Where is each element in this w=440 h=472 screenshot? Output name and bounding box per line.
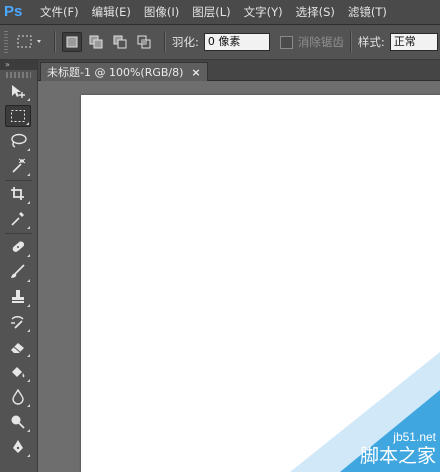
document-tab-strip: 未标题-1 @ 100%(RGB/8) × [38,60,440,81]
dodge-tool[interactable] [5,411,31,433]
history-brush-tool[interactable] [5,311,31,333]
rectangular-marquee-tool[interactable] [5,105,31,127]
toolbox-divider [5,180,32,181]
menu-edit[interactable]: 编辑(E) [92,4,131,20]
drop-icon [12,389,24,405]
eyedropper-tool[interactable] [5,208,31,230]
new-selection-button[interactable] [62,32,82,52]
add-selection-button[interactable] [86,32,106,52]
rect-marquee-preset-icon [17,35,41,48]
options-bar: 羽化: 0 像素 消除锯齿 样式: 正常 [0,25,440,60]
paint-bucket-icon [12,367,25,378]
add-selection-icon [89,35,103,49]
magic-wand-tool[interactable] [5,155,31,177]
pen-icon [13,440,23,453]
separator [164,31,166,53]
menu-image[interactable]: 图像(I) [144,4,179,20]
pen-tool[interactable] [5,436,31,458]
intersect-selection-button[interactable] [134,32,154,52]
intersect-selection-icon [137,35,151,49]
menu-bar: Ps 文件(F) 编辑(E) 图像(I) 图层(L) 文字(Y) 选择(S) 滤… [0,0,440,25]
stamp-icon [12,290,24,303]
antialias-label: 消除锯齿 [297,35,344,49]
subtract-selection-button[interactable] [110,32,130,52]
close-icon[interactable]: × [191,66,200,79]
subtract-selection-icon [113,35,127,49]
magic-wand-icon [12,158,26,173]
healing-brush-tool[interactable] [5,236,31,258]
document-tab-title: 未标题-1 @ 100%(RGB/8) [47,66,184,79]
eyedropper-icon [11,212,24,226]
style-label: 样式: [357,35,385,49]
crop-tool[interactable] [5,183,31,205]
toolbox-divider [5,233,32,234]
separator [349,31,352,53]
toolbox-grip[interactable] [6,72,31,78]
menu-file[interactable]: 文件(F) [40,4,79,20]
bandage-icon [12,241,25,252]
new-selection-icon [66,36,78,48]
menu-select[interactable]: 选择(S) [296,4,335,20]
separator [54,31,56,53]
brush-tool[interactable] [5,261,31,283]
toolbox-collapse-button[interactable]: » [0,60,37,70]
lasso-tool[interactable] [5,130,31,152]
watermark-name: 脚本之家 [359,445,436,467]
rect-marquee-icon [11,110,25,122]
crop-icon [11,187,24,200]
feather-label: 羽化: [172,35,199,49]
menu-layer[interactable]: 图层(L) [192,4,230,20]
eraser-tool[interactable] [5,336,31,358]
history-brush-icon [11,316,24,329]
options-bar-grip[interactable] [4,31,8,53]
menu-filter[interactable]: 滤镜(T) [348,4,387,20]
move-icon [12,85,25,98]
brush-icon [11,264,25,278]
feather-input[interactable]: 0 像素 [203,33,270,51]
eraser-icon [11,343,24,353]
menu-type[interactable]: 文字(Y) [244,4,283,20]
blur-tool[interactable] [5,386,31,408]
style-select[interactable]: 正常 [389,33,438,51]
antialias-checkbox[interactable] [279,35,293,49]
toolbox: » [0,60,38,472]
move-tool[interactable] [5,80,31,102]
clone-stamp-tool[interactable] [5,286,31,308]
tool-preset-picker[interactable] [14,32,48,52]
lasso-icon [11,133,27,148]
dodge-icon [11,415,25,429]
document-tab[interactable]: 未标题-1 @ 100%(RGB/8) × [40,62,208,81]
paint-bucket-tool[interactable] [5,361,31,383]
photoshop-logo: Ps [4,3,23,20]
